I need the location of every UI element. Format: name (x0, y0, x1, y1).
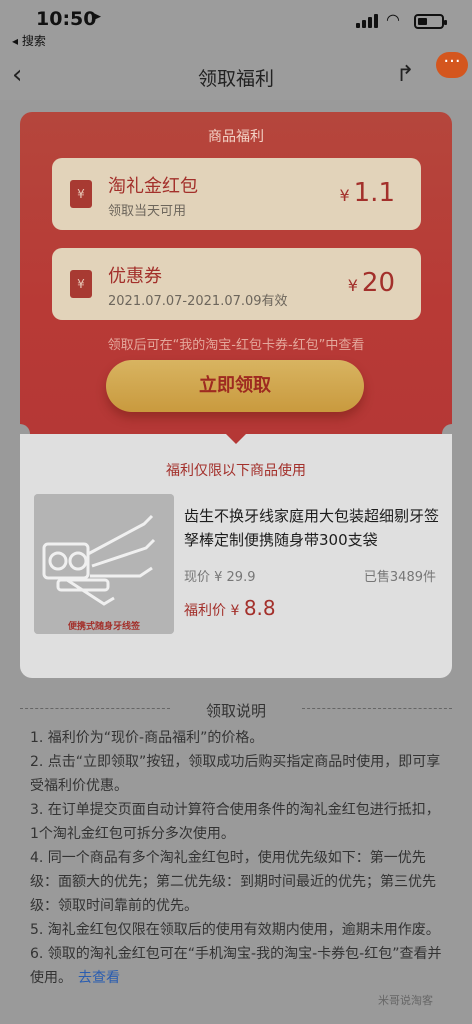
status-bar: 10:50 ➤ ◂ 搜索 ◠ (0, 0, 472, 52)
benefit-name: 淘礼金红包 (108, 176, 198, 197)
instruction-item: 5. 淘礼金红包仅限在领取后的使用有效期内使用，逾期未用作废。 (30, 922, 440, 938)
benefit-amount: ¥1.1 (339, 178, 395, 208)
product-section-label: 福利仅限以下商品使用 (166, 463, 306, 479)
instruction-item: 3. 在订单提交页面自动计算符合使用条件的淘礼金红包进行抵扣，1个淘礼金红包可拆… (30, 802, 440, 842)
benefit-section-label: 商品福利 (208, 129, 264, 145)
instruction-item: 6. 领取的淘礼金红包可在“手机淘宝-我的淘宝-卡券包-红包”查看并使用。 去查看 (30, 946, 442, 986)
signal-icon (356, 14, 380, 28)
view-link[interactable]: 去查看 (78, 970, 120, 986)
benefit-card: 商品福利 ¥ 淘礼金红包 领取当天可用 ¥1.1 ¥ 优惠券 2021.07.0… (10, 112, 462, 444)
card-pointer (226, 434, 246, 444)
current-price: 现价 ¥ 29.9 (184, 570, 256, 585)
claim-button[interactable]: 立即领取 (106, 360, 364, 412)
sold-count: 已售3489件 (363, 570, 436, 585)
benefit-taolijin: ¥ 淘礼金红包 领取当天可用 ¥1.1 (52, 158, 421, 230)
red-envelope-icon: ¥ (70, 180, 92, 208)
more-button[interactable]: ··· (436, 52, 468, 78)
product-image-label: 便携式随身牙线签 (67, 622, 140, 632)
watermark: 米哥说淘客 (378, 994, 433, 1007)
instructions-title: 领取说明 (205, 702, 266, 720)
benefit-sub: 2021.07.07-2021.07.09有效 (108, 294, 288, 309)
location-arrow-icon: ➤ (90, 9, 102, 25)
instructions-header: 领取说明 (20, 696, 452, 722)
ticket-icon: ¥ (70, 270, 92, 298)
share-icon[interactable]: ↱ (396, 62, 414, 87)
benefit-name: 优惠券 (108, 266, 162, 287)
instruction-item: 2. 点击“立即领取”按钮，领取成功后购买指定商品时使用，即可享受福利价优惠。 (30, 754, 441, 794)
nav-bar: ‹ 领取福利 ↱ ··· (0, 52, 472, 100)
benefit-coupon: ¥ 优惠券 2021.07.07-2021.07.09有效 ¥20 (52, 248, 421, 320)
benefit-amount: ¥20 (347, 268, 395, 298)
welfare-price: 福利价 ¥ 8.8 (184, 596, 276, 620)
product-image[interactable]: 便携式随身牙线签 (34, 494, 174, 634)
instruction-item: 1. 福利价为“现价-商品福利”的价格。 (30, 730, 264, 746)
back-to-search[interactable]: ◂ 搜索 (12, 32, 46, 49)
instructions-list: 1. 福利价为“现价-商品福利”的价格。 2. 点击“立即领取”按钮，领取成功后… (30, 726, 442, 990)
status-time: 10:50 (36, 8, 97, 30)
product-card[interactable]: 福利仅限以下商品使用 便携式随身牙线签 齿生不换牙线家庭用大包装超细剔牙签孥棒定… (20, 434, 452, 678)
battery-icon (414, 14, 447, 29)
claim-note: 领取后可在“我的淘宝-红包卡券-红包”中查看 (107, 338, 365, 353)
product-name[interactable]: 齿生不换牙线家庭用大包装超细剔牙签孥棒定制便携随身带300支袋 (184, 504, 446, 552)
instruction-item: 4. 同一个商品有多个淘礼金红包时，使用优先级如下：第一优先级：面额大的优先；第… (30, 850, 436, 914)
wifi-icon: ◠ (386, 10, 400, 29)
benefit-sub: 领取当天可用 (108, 204, 187, 219)
